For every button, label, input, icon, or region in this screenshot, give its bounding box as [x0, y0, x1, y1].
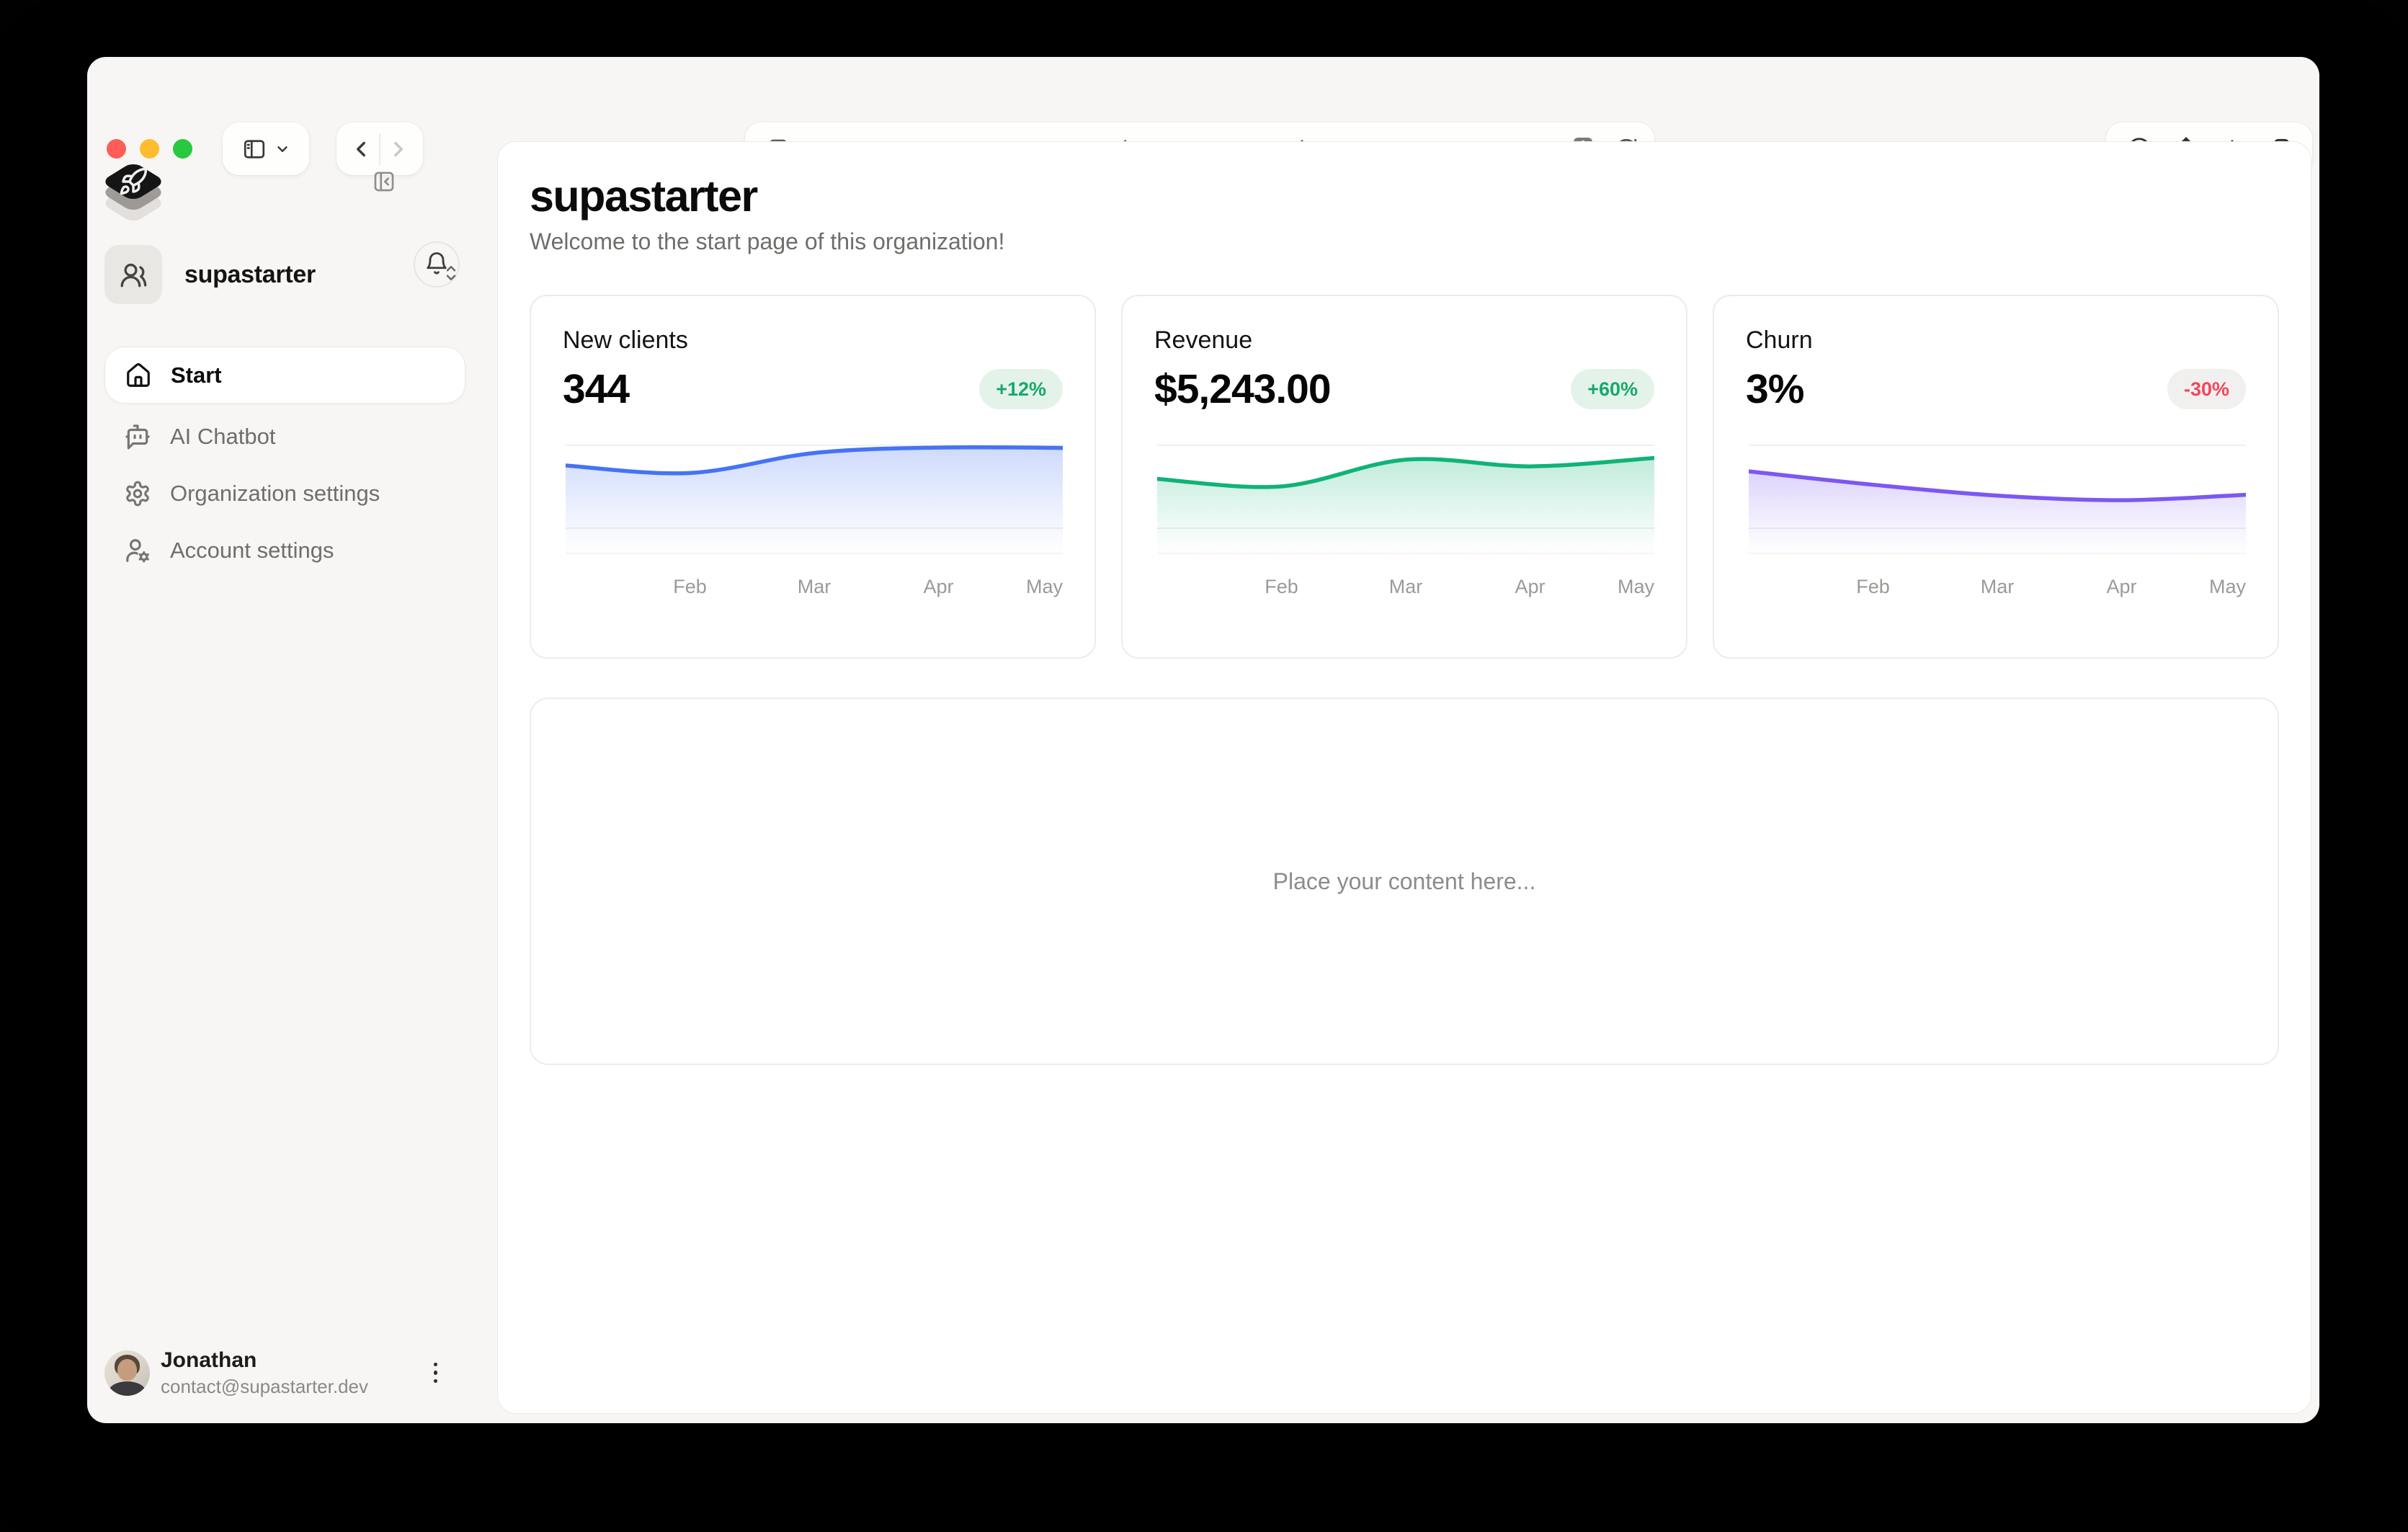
sidebar-item-label: AI Chatbot: [170, 424, 275, 450]
page-subtitle: Welcome to the start page of this organi…: [530, 228, 2279, 255]
stat-card-new-clients: New clients 344 +12% FebMarA: [530, 295, 1096, 659]
sidebar-item-label: Organization settings: [170, 481, 380, 507]
trend-badge: +12%: [979, 369, 1063, 409]
stat-card-revenue: Revenue $5,243.00 +60% FebMa: [1121, 295, 1687, 659]
user-name: Jonathan: [161, 1348, 368, 1373]
axis-label: Mar: [1981, 576, 2015, 598]
sidebar-item-account-settings[interactable]: Account settings: [104, 527, 465, 574]
bot-icon: [123, 423, 152, 450]
axis-label: Apr: [923, 576, 953, 598]
user-email: contact@supastarter.dev: [161, 1376, 368, 1398]
sidebar-item-organization-settings[interactable]: Organization settings: [104, 470, 465, 517]
axis-label: Feb: [1265, 576, 1298, 598]
area-chart: [1749, 445, 2246, 555]
stat-value: 3%: [1746, 365, 1803, 413]
sidebar-item-start[interactable]: Start: [104, 347, 465, 404]
organization-selector[interactable]: supastarter: [104, 245, 462, 304]
collapse-sidebar-button[interactable]: [368, 166, 400, 197]
chevrons-up-down-icon: [440, 262, 462, 288]
stat-title: New clients: [563, 326, 688, 355]
axis-label: Mar: [1389, 576, 1423, 598]
home-icon: [124, 362, 153, 389]
stat-value: $5,243.00: [1154, 365, 1331, 413]
sidebar: supastarter Start AI Chatbot: [87, 141, 497, 1423]
trend-badge: +60%: [1571, 369, 1654, 409]
axis-label: Mar: [798, 576, 831, 598]
kebab-menu-icon[interactable]: [428, 1357, 444, 1389]
stat-value: 344: [563, 365, 629, 413]
content-placeholder-box: Place your content here...: [530, 698, 2279, 1065]
area-chart: [566, 445, 1063, 555]
user-gear-icon: [123, 537, 152, 564]
axis-label: May: [1026, 576, 1063, 598]
page-title: supastarter: [530, 171, 2279, 221]
gear-icon: [123, 480, 152, 507]
main-panel: supastarter Welcome to the start page of…: [497, 141, 2311, 1414]
organization-name: supastarter: [184, 261, 316, 289]
app-logo: [99, 154, 168, 226]
sidebar-item-ai-chatbot[interactable]: AI Chatbot: [104, 413, 465, 460]
axis-label: Feb: [1856, 576, 1890, 598]
area-chart: [1157, 445, 1654, 555]
sidebar-item-label: Account settings: [170, 538, 334, 564]
sidebar-nav: Start AI Chatbot Organization settings A…: [104, 347, 465, 574]
stat-cards: New clients 344 +12% FebMarA: [530, 295, 2279, 659]
users-icon: [104, 245, 162, 304]
stat-card-churn: Churn 3% -30% Feb Mar Apr May: [1713, 295, 2279, 659]
axis-label: Apr: [1515, 576, 1545, 598]
x-axis-labels: Feb Mar Apr May: [1157, 576, 1654, 597]
axis-label: May: [2209, 576, 2246, 598]
x-axis-labels: Feb Mar Apr May: [566, 576, 1063, 597]
avatar: [104, 1350, 150, 1396]
axis-label: Apr: [2106, 576, 2136, 598]
x-axis-labels: Feb Mar Apr May: [1749, 576, 2246, 597]
browser-window: app-demo.supastarter.dev A a: [87, 57, 2319, 1423]
user-menu[interactable]: Jonathan contact@supastarter.dev: [104, 1347, 462, 1399]
stat-title: Revenue: [1154, 326, 1252, 355]
content-placeholder-text: Place your content here...: [1273, 868, 1536, 895]
axis-label: May: [1618, 576, 1654, 598]
axis-label: Feb: [673, 576, 707, 598]
trend-badge: -30%: [2167, 369, 2246, 409]
sidebar-item-label: Start: [171, 362, 222, 388]
stat-title: Churn: [1746, 326, 1813, 355]
rocket-icon: [118, 166, 148, 200]
